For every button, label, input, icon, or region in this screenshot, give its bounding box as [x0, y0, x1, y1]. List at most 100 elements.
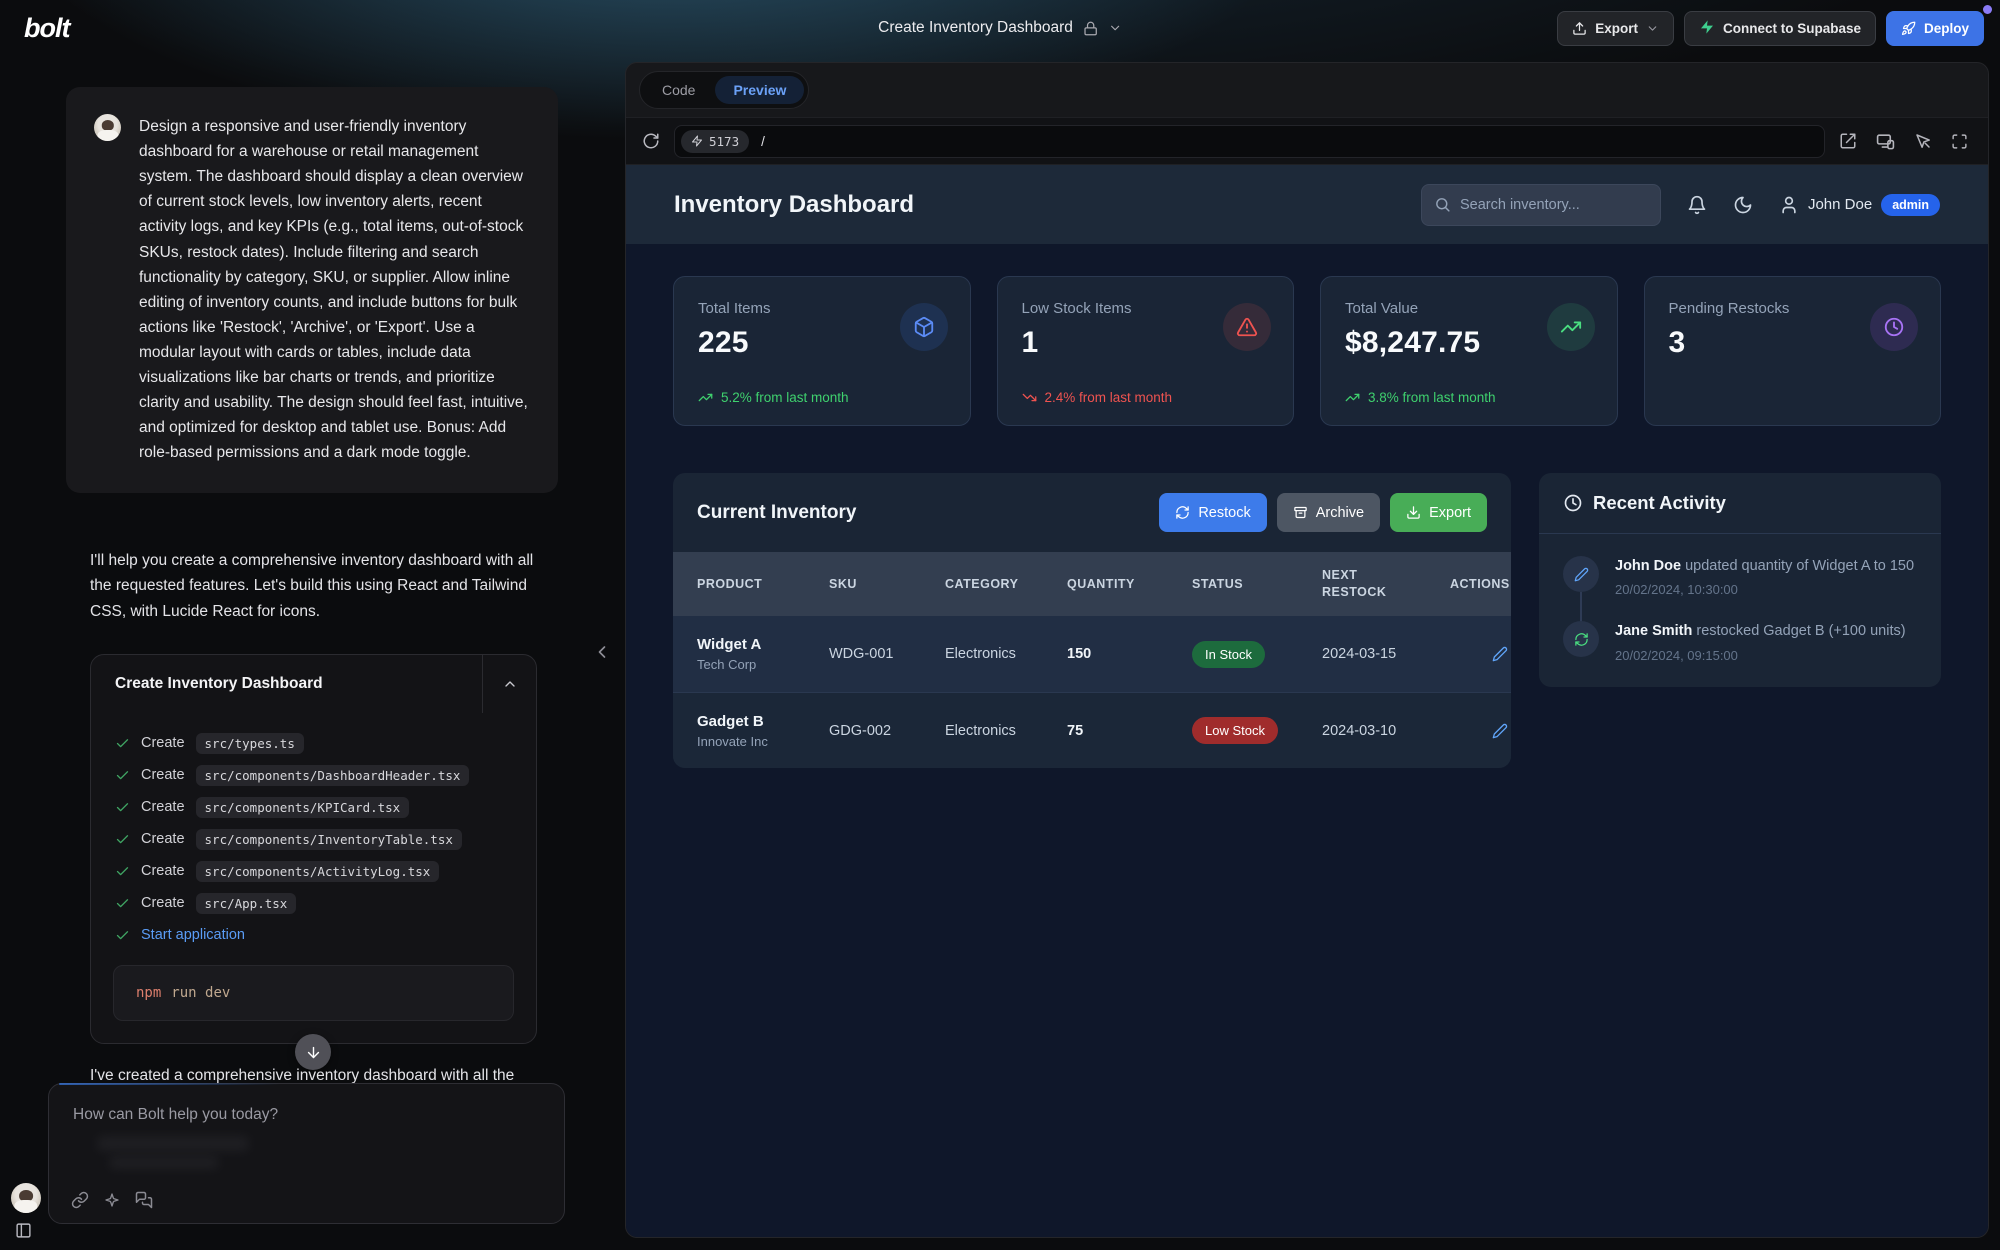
check-icon: [115, 864, 130, 879]
chat-input[interactable]: [73, 1106, 540, 1124]
trending-down-icon: [1022, 390, 1037, 405]
chat-input-tools: [71, 1191, 153, 1209]
download-icon: [1406, 505, 1421, 520]
editor-tabs-row: Code Preview: [626, 63, 1988, 117]
archive-button[interactable]: Archive: [1277, 493, 1380, 532]
role-badge: admin: [1881, 194, 1940, 216]
connect-supabase-button[interactable]: Connect to Supabase: [1684, 11, 1876, 46]
edit-pencil-icon[interactable]: [1492, 646, 1511, 662]
artifact-header[interactable]: Create Inventory Dashboard: [91, 655, 536, 713]
upload-icon: [1572, 21, 1587, 36]
link-attach-icon[interactable]: [71, 1191, 89, 1209]
kpi-delta: 5.2% from last month: [698, 390, 849, 405]
blurred-content: [97, 1136, 249, 1151]
activity-item: John Doe updated quantity of Widget A to…: [1563, 556, 1917, 597]
profile-avatar-button[interactable]: [11, 1183, 41, 1213]
rocket-icon: [1901, 21, 1916, 36]
file-chip[interactable]: src/components/DashboardHeader.tsx: [196, 765, 470, 786]
preview-toolbar-icons: [1839, 132, 1972, 151]
clock-icon: [1870, 303, 1918, 351]
file-chip[interactable]: src/App.tsx: [196, 893, 297, 914]
chat-input-box[interactable]: [48, 1083, 565, 1224]
code-preview-toggle: Code Preview: [639, 71, 809, 109]
assistant-intro-text: I'll help you create a comprehensive inv…: [90, 548, 538, 624]
deploy-button[interactable]: Deploy: [1886, 11, 1984, 46]
restock-button[interactable]: Restock: [1159, 493, 1266, 532]
scroll-to-bottom-button[interactable]: [295, 1034, 331, 1070]
archive-icon: [1293, 505, 1308, 520]
step-row: Create src/components/KPICard.tsx: [115, 791, 512, 823]
notification-dot: [1983, 5, 1992, 14]
chevron-up-icon: [502, 676, 518, 692]
file-chip[interactable]: src/components/InventoryTable.tsx: [196, 829, 462, 850]
artifact-steps: Create src/types.ts Create src/component…: [91, 713, 536, 955]
refresh-icon: [1563, 621, 1599, 657]
check-icon: [115, 896, 130, 911]
kpi-card-pending-restocks: Pending Restocks 3: [1644, 276, 1942, 426]
lock-icon: [1083, 21, 1098, 36]
enhance-sparkles-icon[interactable]: [104, 1192, 120, 1208]
activity-timestamp: 20/02/2024, 10:30:00: [1615, 582, 1914, 597]
inventory-title: Current Inventory: [697, 502, 856, 524]
user-menu[interactable]: John Doe admin: [1779, 194, 1940, 216]
inventory-search[interactable]: [1421, 184, 1661, 226]
bolt-logo[interactable]: bolt: [16, 13, 69, 44]
kpi-delta: 3.8% from last month: [1345, 390, 1496, 405]
export-csv-button[interactable]: Export: [1390, 493, 1487, 532]
file-chip[interactable]: src/components/KPICard.tsx: [196, 797, 410, 818]
dark-mode-moon-icon[interactable]: [1733, 195, 1753, 215]
kpi-row: Total Items 225 5.2% from last month Low…: [673, 276, 1941, 426]
sidebar-toggle-icon[interactable]: [15, 1222, 32, 1239]
activity-timestamp: 20/02/2024, 09:15:00: [1615, 648, 1906, 663]
step-row: Create src/components/DashboardHeader.ts…: [115, 759, 512, 791]
user-icon: [1779, 195, 1799, 215]
project-title: Create Inventory Dashboard: [878, 19, 1073, 37]
start-application-link[interactable]: Start application: [141, 927, 245, 943]
inspector-cursor-icon[interactable]: [1914, 132, 1932, 150]
topbar-actions: Export Connect to Supabase Deploy: [1557, 11, 1984, 46]
edit-pencil-icon[interactable]: [1492, 723, 1511, 739]
collapse-chat-chevron[interactable]: [592, 642, 612, 662]
check-icon: [115, 800, 130, 815]
user-message: Design a responsive and user-friendly in…: [66, 87, 558, 493]
blurred-content: [109, 1156, 219, 1169]
zap-plug-icon: [691, 135, 703, 147]
artifact-card: Create Inventory Dashboard Create src/ty…: [90, 654, 537, 1044]
quantity-cell[interactable]: 150: [1067, 646, 1192, 662]
open-external-icon[interactable]: [1839, 132, 1857, 150]
url-path: /: [761, 134, 765, 149]
app-header-right: John Doe admin: [1421, 184, 1940, 226]
step-row-start: Start application: [115, 919, 512, 951]
package-icon: [900, 303, 948, 351]
fullscreen-icon[interactable]: [1951, 133, 1968, 150]
chat-mode-icon[interactable]: [135, 1191, 153, 1209]
refresh-icon: [1175, 505, 1190, 520]
tab-preview[interactable]: Preview: [715, 76, 804, 104]
collapse-artifact-button[interactable]: [482, 655, 536, 713]
url-field[interactable]: 5173 /: [674, 125, 1825, 158]
project-title-menu[interactable]: Create Inventory Dashboard: [878, 0, 1122, 56]
chevron-down-icon: [1646, 22, 1659, 35]
reload-icon[interactable]: [642, 132, 660, 150]
quantity-cell[interactable]: 75: [1067, 723, 1192, 739]
kpi-card-total-items: Total Items 225 5.2% from last month: [673, 276, 971, 426]
tab-code[interactable]: Code: [644, 76, 713, 104]
top-bar: bolt Create Inventory Dashboard Export C…: [0, 0, 2000, 56]
export-button[interactable]: Export: [1557, 11, 1674, 46]
kpi-card-total-value: Total Value $8,247.75 3.8% from last mon…: [1320, 276, 1618, 426]
user-avatar: [11, 1183, 41, 1213]
file-chip[interactable]: src/components/ActivityLog.tsx: [196, 861, 440, 882]
search-input[interactable]: [1460, 197, 1648, 213]
bell-icon[interactable]: [1687, 195, 1707, 215]
status-badge: In Stock: [1192, 641, 1265, 668]
inventory-header: Current Inventory Restock Archive: [673, 473, 1511, 552]
pencil-icon: [1563, 556, 1599, 592]
trending-up-icon: [1345, 390, 1360, 405]
activity-list: John Doe updated quantity of Widget A to…: [1539, 534, 1941, 687]
bulk-actions: Restock Archive Export: [1159, 493, 1487, 532]
step-row: Create src/types.ts: [115, 727, 512, 759]
devices-icon[interactable]: [1876, 132, 1895, 151]
trending-up-icon: [1547, 303, 1595, 351]
activity-item: Jane Smith restocked Gadget B (+100 unit…: [1563, 621, 1917, 662]
file-chip[interactable]: src/types.ts: [196, 733, 304, 754]
